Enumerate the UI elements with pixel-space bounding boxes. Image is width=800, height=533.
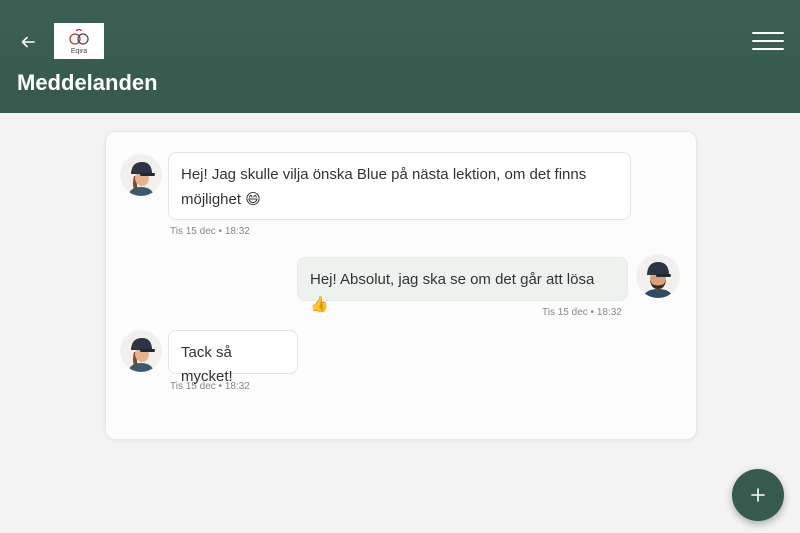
- hamburger-menu-icon: [752, 32, 784, 34]
- grin-emoji-icon: 😄: [245, 190, 261, 208]
- message-bubble-incoming: Hej! Jag skulle vilja önska Blue på näst…: [168, 152, 631, 220]
- instructor-avatar: [636, 254, 680, 298]
- app-header: Eqira Meddelanden: [0, 0, 800, 113]
- back-button[interactable]: [16, 30, 40, 54]
- menu-button[interactable]: [752, 32, 784, 52]
- plus-icon: [751, 488, 765, 502]
- message-timestamp: Tis 15 dec • 18:32: [542, 307, 622, 318]
- message-text: Tack så mycket!: [181, 344, 233, 385]
- message-bubble-outgoing: Hej! Absolut, jag ska se om det går att …: [297, 257, 628, 313]
- message-text: Hej! Jag skulle vilja önska Blue på näst…: [181, 166, 587, 208]
- thumbs-up-emoji-icon: 👍: [310, 295, 329, 313]
- app-logo[interactable]: Eqira: [54, 23, 104, 59]
- page-title: Meddelanden: [17, 70, 158, 95]
- message-timestamp: Tis 15 dec • 18:32: [170, 226, 250, 237]
- message-bubble-incoming: Tack så mycket!: [168, 330, 298, 385]
- message-timestamp: Tis 15 dec • 18:32: [170, 381, 250, 392]
- rider-avatar: [120, 330, 162, 372]
- new-message-button[interactable]: [732, 469, 784, 521]
- chat-card: Hej! Jag skulle vilja önska Blue på näst…: [105, 131, 697, 440]
- rider-avatar: [120, 154, 162, 196]
- logo-text: Eqira: [70, 48, 88, 55]
- message-text: Hej! Absolut, jag ska se om det går att …: [310, 271, 595, 288]
- logo-mark-icon: [69, 28, 89, 45]
- back-arrow-icon: [21, 36, 35, 48]
